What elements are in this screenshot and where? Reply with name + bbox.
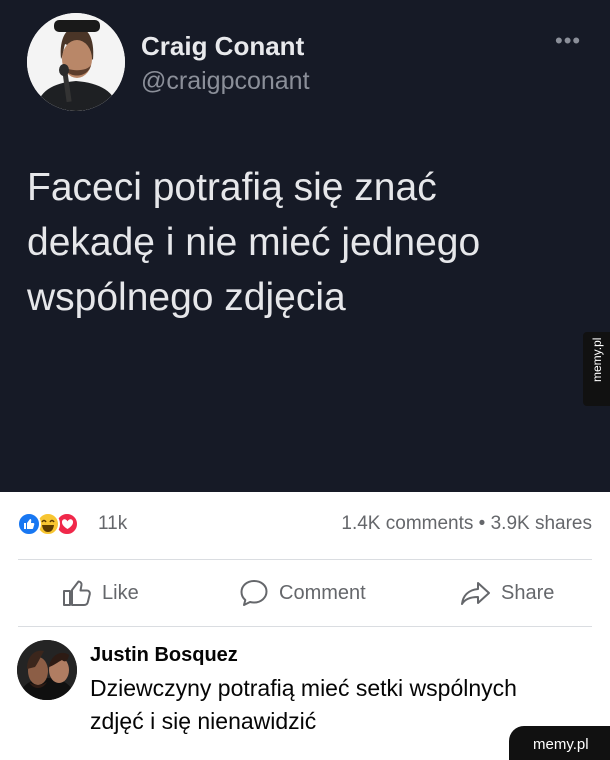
side-watermark: memy.pl xyxy=(583,332,610,406)
actions-bottom-divider xyxy=(18,626,592,627)
comment-share-stats[interactable]: 1.4K comments • 3.9K shares xyxy=(341,513,592,535)
like-label: Like xyxy=(102,581,139,604)
side-watermark-text: memy.pl xyxy=(590,337,604,382)
author-name[interactable]: Craig Conant xyxy=(141,31,304,62)
commenter-name[interactable]: Justin Bosquez xyxy=(90,644,238,667)
reaction-count[interactable]: 11k xyxy=(98,513,127,535)
corner-watermark-text: memy.pl xyxy=(533,736,589,753)
actions-top-divider xyxy=(18,559,592,560)
share-arrow-icon xyxy=(461,582,490,605)
reaction-summary[interactable]: 11k 1.4K comments • 3.9K shares xyxy=(0,492,610,558)
comment-label: Comment xyxy=(279,581,366,604)
corner-watermark: memy.pl xyxy=(509,726,610,760)
reaction-icons[interactable] xyxy=(17,512,92,538)
author-handle[interactable]: @craigpconant xyxy=(141,67,310,96)
more-dots-icon[interactable]: ••• xyxy=(555,30,581,52)
like-reaction-icon xyxy=(17,512,41,536)
share-button[interactable]: Share xyxy=(460,576,554,610)
like-button[interactable]: Like xyxy=(62,576,139,610)
embedded-tweet: Craig Conant @craigpconant ••• Faceci po… xyxy=(0,0,610,492)
commenter-avatar[interactable] xyxy=(17,640,77,700)
comment-text: Dziewczyny potrafią mieć setki wspólnych… xyxy=(90,675,517,734)
tweet-text: Faceci potrafią się znać dekadę i nie mi… xyxy=(27,166,481,319)
author-avatar[interactable] xyxy=(27,13,125,111)
thumbs-up-icon xyxy=(63,580,91,606)
share-label: Share xyxy=(501,581,555,604)
comment-bubble-icon xyxy=(240,580,268,606)
comment-button[interactable]: Comment xyxy=(239,576,366,610)
